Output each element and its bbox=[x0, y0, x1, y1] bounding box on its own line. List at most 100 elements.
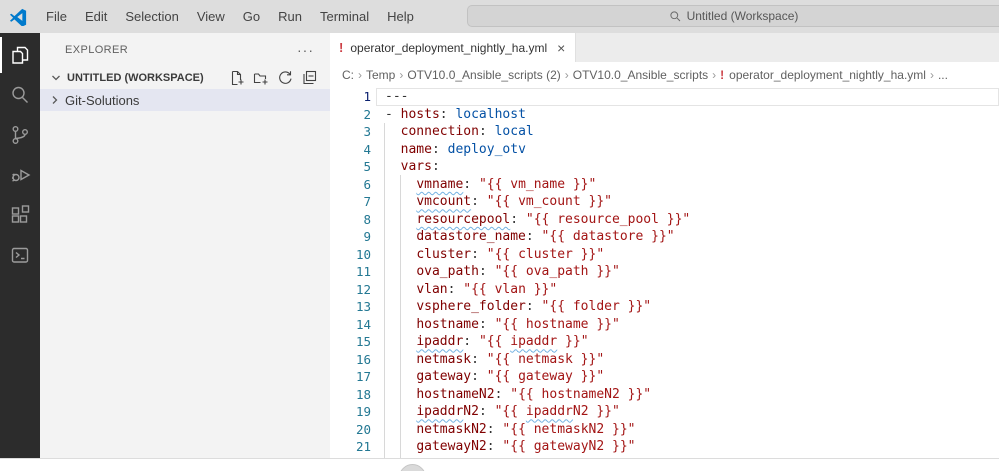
partial-circle-decoration bbox=[399, 464, 426, 471]
code-line-text: --- bbox=[385, 89, 408, 104]
close-icon[interactable]: × bbox=[557, 41, 565, 55]
collapse-all-icon[interactable] bbox=[301, 70, 317, 86]
code-line[interactable]: 10 cluster: "{{ cluster }}" bbox=[330, 246, 999, 264]
code-line[interactable]: 13 vsphere_folder: "{{ folder }}" bbox=[330, 298, 999, 316]
more-actions-icon[interactable]: ··· bbox=[297, 42, 314, 58]
code-line[interactable]: 21 gatewayN2: "{{ gatewayN2 }}" bbox=[330, 438, 999, 456]
workspace-actions bbox=[229, 70, 317, 86]
code-line[interactable]: 14 hostname: "{{ hostname }}" bbox=[330, 316, 999, 334]
menu-item-help[interactable]: Help bbox=[378, 0, 423, 33]
editor-group: ! operator_deployment_nightly_ha.yml × C… bbox=[330, 33, 999, 458]
menu-item-file[interactable]: File bbox=[37, 0, 76, 33]
search-view-icon[interactable] bbox=[0, 75, 40, 115]
breadcrumb-separator-icon: › bbox=[930, 68, 934, 82]
tab-operator-deployment[interactable]: ! operator_deployment_nightly_ha.yml × bbox=[330, 33, 576, 62]
line-number: 3 bbox=[330, 124, 371, 139]
menu-item-view[interactable]: View bbox=[188, 0, 234, 33]
breadcrumb-separator-icon: › bbox=[358, 68, 362, 82]
code-line-text: resourcepool: "{{ resource_pool }}" bbox=[385, 212, 690, 227]
code-line[interactable]: 5 vars: bbox=[330, 158, 999, 176]
tree-item-git-solutions[interactable]: Git-Solutions bbox=[40, 89, 330, 111]
code-line[interactable]: 7 vmcount: "{{ vm_count }}" bbox=[330, 193, 999, 211]
explorer-header: EXPLORER ··· bbox=[40, 33, 330, 66]
code-line-text: ova_path: "{{ ova_path }}" bbox=[385, 264, 620, 279]
line-number: 18 bbox=[330, 387, 371, 402]
code-line[interactable]: 12 vlan: "{{ vlan }}" bbox=[330, 281, 999, 299]
refresh-icon[interactable] bbox=[277, 70, 293, 86]
line-number: 8 bbox=[330, 212, 371, 227]
breadcrumb-item[interactable]: C: bbox=[342, 68, 354, 82]
line-number: 5 bbox=[330, 159, 371, 174]
line-number: 20 bbox=[330, 422, 371, 437]
breadcrumb-separator-icon: › bbox=[399, 68, 403, 82]
menu-item-run[interactable]: Run bbox=[269, 0, 311, 33]
vscode-logo-icon[interactable] bbox=[9, 8, 27, 26]
line-number: 6 bbox=[330, 177, 371, 192]
breadcrumb-item[interactable]: !operator_deployment_nightly_ha.yml bbox=[720, 68, 926, 82]
code-line[interactable]: 2- hosts: localhost bbox=[330, 106, 999, 124]
line-number: 1 bbox=[330, 89, 371, 104]
explorer-sidebar: EXPLORER ··· UNTITLED (WORKSPACE) bbox=[40, 33, 330, 458]
code-line[interactable]: 19 ipaddrN2: "{{ ipaddrN2 }}" bbox=[330, 403, 999, 421]
code-editor[interactable]: 1 --- 2- hosts: localhost3 connection: loc… bbox=[330, 88, 999, 458]
line-number: 7 bbox=[330, 194, 371, 209]
code-line-text: datastore_name: "{{ datastore }}" bbox=[385, 229, 675, 244]
menu-bar: FileEditSelectionViewGoRunTerminalHelp bbox=[37, 0, 423, 33]
command-center-search[interactable]: Untitled (Workspace) bbox=[467, 5, 999, 27]
menu-item-go[interactable]: Go bbox=[234, 0, 269, 33]
menu-item-edit[interactable]: Edit bbox=[76, 0, 116, 33]
code-line-text: vmcount: "{{ vm_count }}" bbox=[385, 194, 612, 209]
extensions-icon[interactable] bbox=[0, 195, 40, 235]
workspace-section-header[interactable]: UNTITLED (WORKSPACE) bbox=[40, 66, 330, 89]
workspace-title: UNTITLED (WORKSPACE) bbox=[67, 72, 204, 84]
menu-item-selection[interactable]: Selection bbox=[116, 0, 187, 33]
breadcrumb-separator-icon: › bbox=[712, 68, 716, 82]
breadcrumb-item[interactable]: Temp bbox=[366, 68, 395, 82]
code-line[interactable]: 8 resourcepool: "{{ resource_pool }}" bbox=[330, 211, 999, 229]
code-line[interactable]: 15 ipaddr: "{{ ipaddr }}" bbox=[330, 333, 999, 351]
new-file-icon[interactable] bbox=[229, 70, 245, 86]
line-number: 10 bbox=[330, 247, 371, 262]
breadcrumb-item[interactable]: OTV10.0_Ansible_scripts (2) bbox=[407, 68, 560, 82]
code-line[interactable]: 11 ova_path: "{{ ova_path }}" bbox=[330, 263, 999, 281]
explorer-icon[interactable] bbox=[0, 35, 40, 75]
line-number: 17 bbox=[330, 369, 371, 384]
line-number: 21 bbox=[330, 439, 371, 454]
line-number: 4 bbox=[330, 142, 371, 157]
new-folder-icon[interactable] bbox=[253, 70, 269, 86]
code-line-text: gateway: "{{ gateway }}" bbox=[385, 369, 604, 384]
menu-item-terminal[interactable]: Terminal bbox=[311, 0, 378, 33]
code-line-text: vlan: "{{ vlan }}" bbox=[385, 282, 557, 297]
breadcrumb-item[interactable]: ... bbox=[938, 68, 948, 82]
activity-bar bbox=[0, 33, 40, 458]
code-line[interactable]: 3 connection: local bbox=[330, 123, 999, 141]
code-line[interactable]: 1 --- bbox=[330, 88, 999, 106]
code-line-text: vars: bbox=[385, 159, 440, 174]
breadcrumb-item[interactable]: OTV10.0_Ansible_scripts bbox=[573, 68, 708, 82]
code-line-text: ipaddr: "{{ ipaddr }}" bbox=[385, 334, 589, 349]
line-number: 15 bbox=[330, 334, 371, 349]
search-icon bbox=[669, 10, 682, 23]
code-line-text: connection: local bbox=[385, 124, 534, 139]
code-line-text: name: deploy_otv bbox=[385, 142, 526, 157]
terminal-view-icon[interactable] bbox=[0, 235, 40, 275]
code-line-text: gatewayN2: "{{ gatewayN2 }}" bbox=[385, 439, 635, 454]
explorer-title: EXPLORER bbox=[65, 44, 128, 56]
line-number: 12 bbox=[330, 282, 371, 297]
breadcrumb-separator-icon: › bbox=[565, 68, 569, 82]
code-line[interactable]: 17 gateway: "{{ gateway }}" bbox=[330, 368, 999, 386]
source-control-icon[interactable] bbox=[0, 115, 40, 155]
code-line[interactable]: 16 netmask: "{{ netmask }}" bbox=[330, 351, 999, 369]
line-number: 16 bbox=[330, 352, 371, 367]
vscode-window: FileEditSelectionViewGoRunTerminalHelp ←… bbox=[0, 0, 999, 471]
line-number: 19 bbox=[330, 404, 371, 419]
page-background bbox=[0, 460, 999, 471]
code-line[interactable]: 20 netmaskN2: "{{ netmaskN2 }}" bbox=[330, 421, 999, 439]
code-line[interactable]: 9 datastore_name: "{{ datastore }}" bbox=[330, 228, 999, 246]
code-line[interactable]: 4 name: deploy_otv bbox=[330, 141, 999, 159]
code-line[interactable]: 18 hostnameN2: "{{ hostnameN2 }}" bbox=[330, 386, 999, 404]
code-line[interactable]: 6 vmname: "{{ vm_name }}" bbox=[330, 176, 999, 194]
line-number: 11 bbox=[330, 264, 371, 279]
tree-item-label: Git-Solutions bbox=[65, 93, 139, 108]
run-debug-icon[interactable] bbox=[0, 155, 40, 195]
